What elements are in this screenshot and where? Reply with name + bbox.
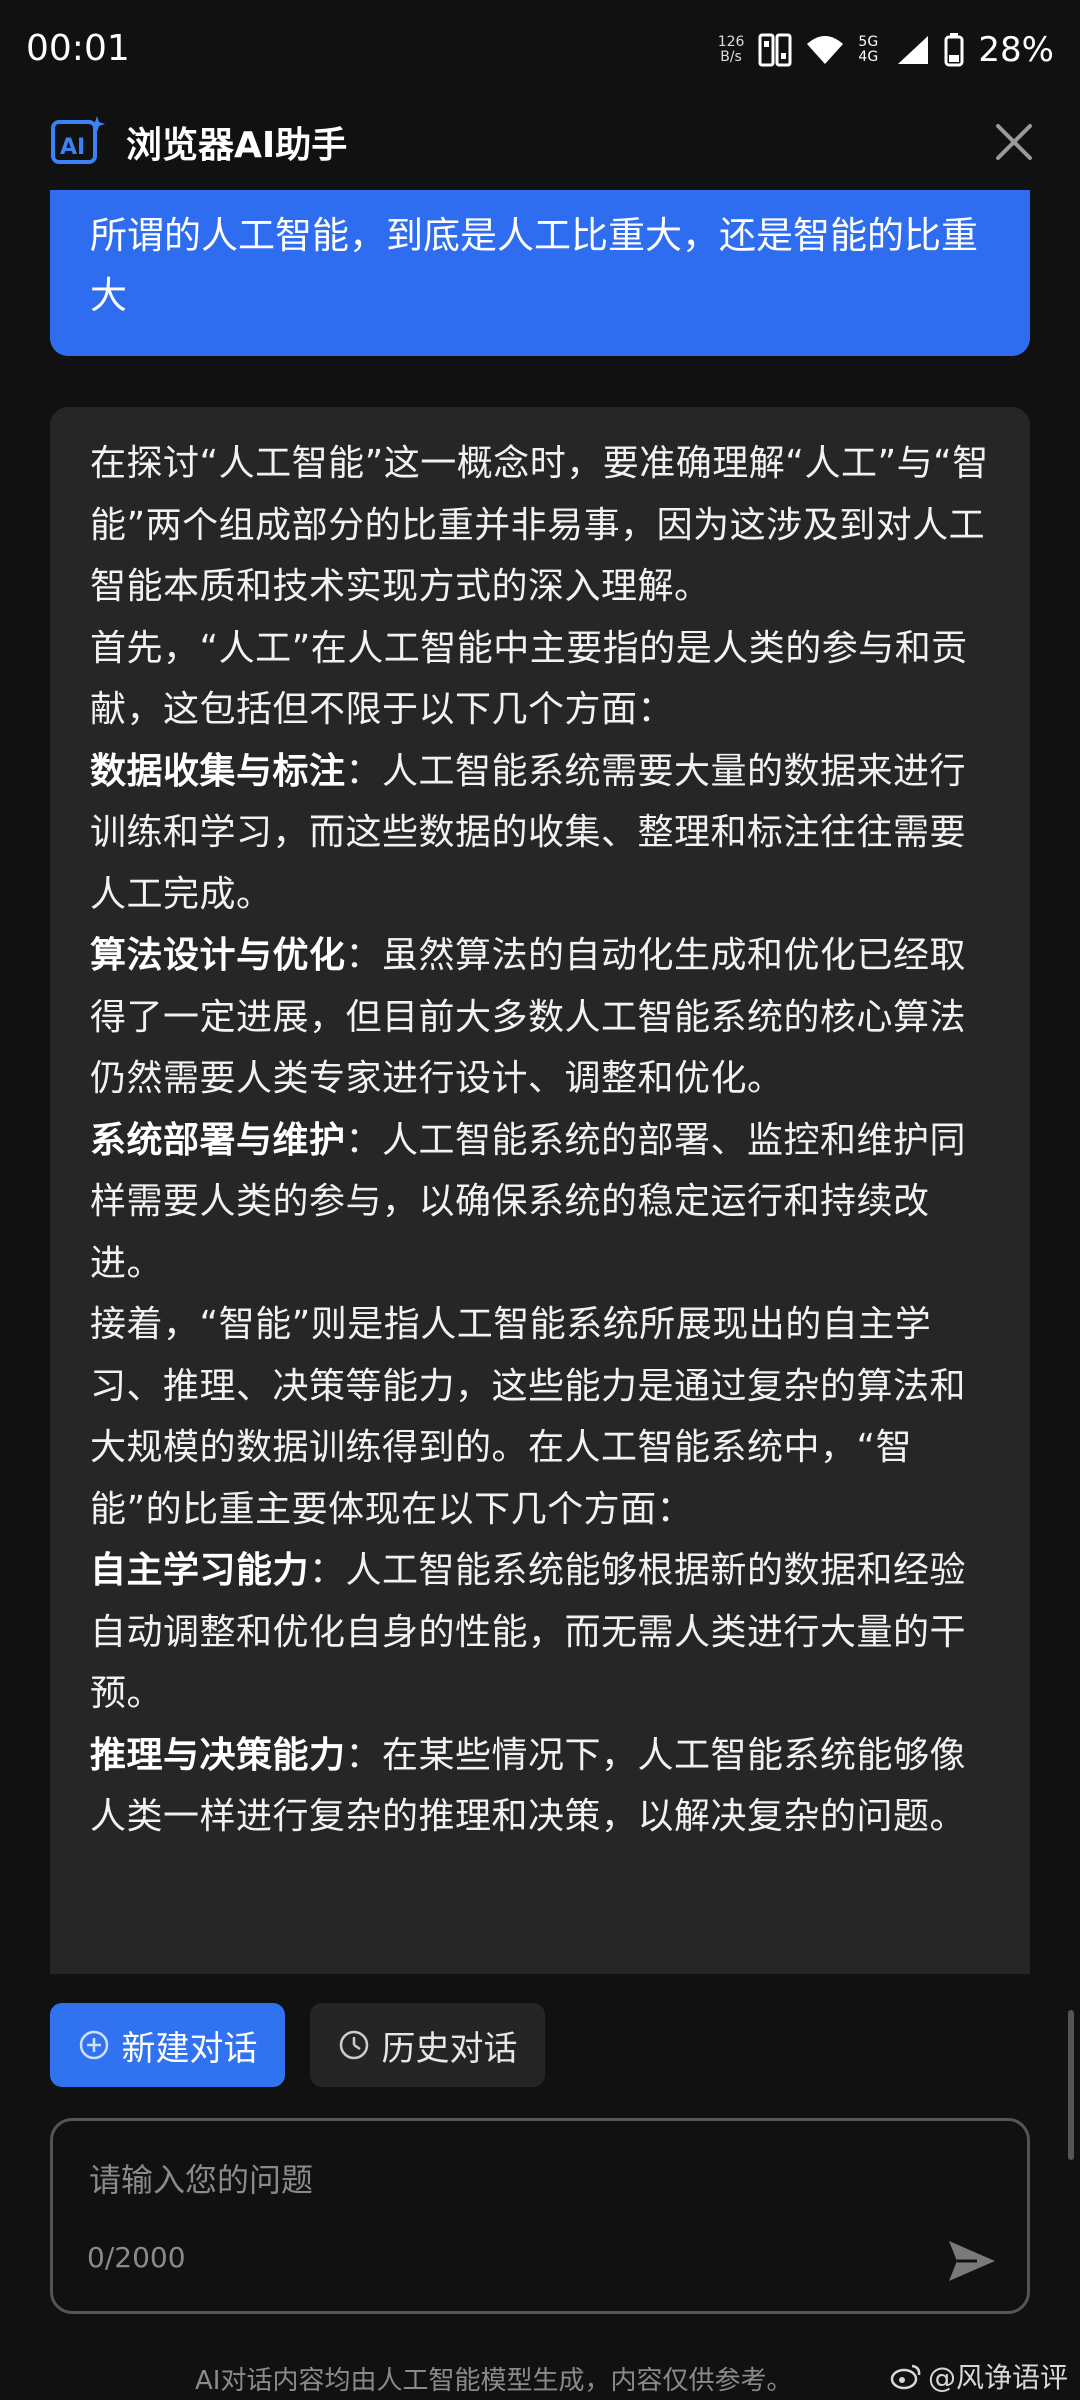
status-bar: 00:01 126 B/s 5G 4G 28% [0, 0, 1080, 96]
watermark-text: @风诤语评 [927, 2361, 1068, 2394]
battery-percent: 28% [978, 30, 1054, 70]
ai-paragraph: 接着，“智能”则是指人工智能系统所展现出的自主学习、推理、决策等能力，这些能力是… [90, 1304, 967, 1530]
new-chat-label: 新建对话 [121, 2028, 258, 2069]
signal-icon [898, 36, 929, 64]
network-speed-unit: B/s [720, 49, 742, 65]
ai-paragraph: 首先，“人工”在人工智能中主要指的是人类的参与和贡献，这包括但不限于以下几个方面… [90, 627, 968, 731]
ai-paragraph: 系统部署与维护：人工智能系统的部署、监控和维护同样需要人类的参与，以确保系统的稳… [90, 1110, 990, 1295]
question-input-box: 0/2000 [50, 2118, 1030, 2314]
network-type: 5G 4G [858, 35, 882, 65]
ai-paragraph: 算法设计与优化：虽然算法的自动化生成和优化已经取得了一定进展，但目前大多数人工智… [90, 925, 990, 1110]
char-counter: 0/2000 [87, 2241, 186, 2274]
new-chat-button[interactable]: 新建对话 [50, 2003, 285, 2087]
ai-response-card: 在探讨“人工智能”这一概念时，要准确理解“人工”与“智能”两个组成部分的比重并非… [50, 407, 1030, 1974]
ai-point-heading: 自主学习能力 [90, 1550, 310, 1591]
ai-point-heading: 系统部署与维护 [90, 1119, 346, 1161]
battery-icon [944, 33, 964, 67]
history-label: 历史对话 [381, 2028, 518, 2069]
clock-icon [339, 2030, 368, 2060]
status-time: 00:01 [26, 28, 130, 69]
sim-icon [758, 33, 792, 67]
network-speed: 126 B/s [718, 35, 745, 65]
close-icon[interactable] [984, 112, 1044, 172]
ai-paragraph: 自主学习能力：人工智能系统能够根据新的数据和经验自动调整和优化自身的性能，而无需… [90, 1540, 990, 1725]
question-input[interactable] [87, 2149, 911, 2211]
plus-circle-icon [79, 2030, 108, 2060]
user-message-text: 所谓的人工智能，到底是人工比重大，还是智能的比重大 [90, 214, 978, 317]
ai-disclaimer: AI对话内容均由人工智能模型生成，内容仅供参考。 [195, 2366, 793, 2396]
network-type-label: 5G 4G [858, 34, 879, 65]
ai-point-heading: 推理与决策能力 [90, 1734, 346, 1776]
user-message-bubble: 所谓的人工智能，到底是人工比重大，还是智能的比重大 [50, 190, 1030, 356]
ai-paragraph: 在探讨“人工智能”这一概念时，要准确理解“人工”与“智能”两个组成部分的比重并非… [90, 443, 989, 607]
send-icon[interactable] [943, 2233, 999, 2289]
chat-scrollbar[interactable] [1068, 2010, 1074, 2160]
app-title: 浏览器AI助手 [126, 125, 348, 166]
wifi-icon [807, 36, 844, 64]
ai-paragraph: 数据收集与标注：人工智能系统需要大量的数据来进行训练和学习，而这些数据的收集、整… [90, 741, 990, 926]
network-speed-value: 126 [717, 34, 745, 50]
status-icons: 126 B/s 5G 4G 28% [718, 26, 1054, 74]
ai-logo-text: AI [60, 135, 85, 160]
ai-point-heading: 算法设计与优化 [90, 935, 346, 976]
ai-paragraph: 推理与决策能力：在某些情况下，人工智能系统能够像人类一样进行复杂的推理和决策，以… [90, 1725, 990, 1848]
history-button[interactable]: 历史对话 [310, 2003, 545, 2087]
ai-point-heading: 数据收集与标注 [90, 750, 346, 792]
watermark: @风诤语评 [890, 2356, 1068, 2396]
ai-logo-icon: AI [51, 116, 105, 164]
app-header: AI 浏览器AI助手 [0, 96, 1080, 186]
weibo-icon [890, 2364, 921, 2390]
